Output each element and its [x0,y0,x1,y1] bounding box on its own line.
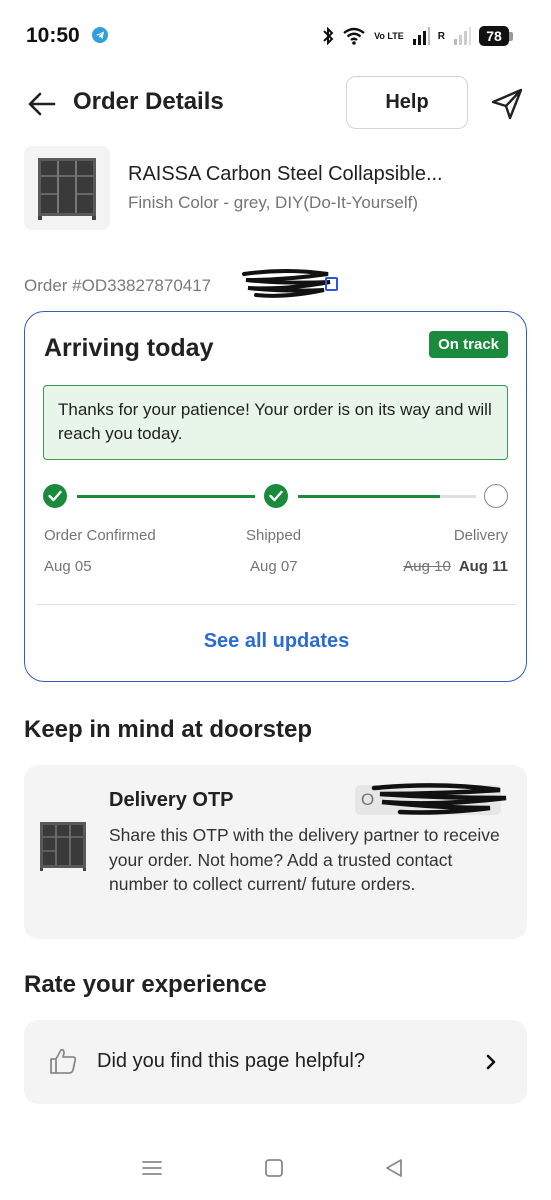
telegram-icon [92,27,108,43]
step-label-confirmed: Order Confirmed [44,527,156,544]
system-navigation-bar [0,1140,551,1200]
revised-delivery-date: Aug 11 [458,558,508,575]
arrival-title: Arriving today [44,334,214,362]
card-divider [37,604,516,605]
delivery-message: Thanks for your patience! Your order is … [43,385,508,460]
otp-title: Delivery OTP [109,789,234,811]
status-bar: 10:50 Vo LTE R 78 [0,0,551,70]
thumbs-up-icon [50,1048,77,1074]
wardrobe-image [38,158,96,220]
step-delivery-circle-icon [484,484,508,508]
helpful-question: Did you find this page helpful? [97,1050,365,1072]
share-icon[interactable] [489,86,525,122]
battery-tip [509,31,513,41]
volte-label: Vo LTE [374,30,404,41]
status-time: 10:50 [26,24,80,47]
step-confirmed-check-icon [43,484,67,508]
delivery-progress-tracker [43,484,510,508]
step-date-shipped: Aug 07 [250,558,298,575]
recents-menu-icon[interactable] [140,1156,164,1180]
battery-icon: 78 [479,26,509,46]
signal-weak-icon [454,27,471,45]
otp-description: Share this OTP with the delivery partner… [109,825,500,894]
step-label-delivery: Delivery [453,527,508,544]
see-all-updates-link[interactable]: See all updates [25,630,528,653]
progress-segment-1 [77,495,255,498]
copy-icon[interactable] [325,277,338,291]
wifi-icon [343,27,365,45]
product-image[interactable] [24,146,110,230]
delivery-status-card: Arriving today On track Thanks for your … [24,311,527,682]
rating-section-title: Rate your experience [24,971,267,998]
redaction-scribble [242,269,331,298]
product-name[interactable]: RAISSA Carbon Steel Collapsible... [128,163,528,186]
step-shipped-check-icon [264,484,288,508]
home-square-icon[interactable] [262,1156,286,1180]
status-badge: On track [429,331,508,358]
back-arrow-icon[interactable] [26,88,58,120]
page-helpful-row[interactable]: Did you find this page helpful? [24,1020,527,1104]
bluetooth-icon [323,26,334,46]
header: Order Details Help [0,76,551,132]
original-delivery-date: Aug 10 [403,558,451,575]
status-icons: Vo LTE R 78 [322,24,513,48]
signal-icon [412,27,430,45]
back-triangle-icon[interactable] [382,1156,406,1180]
help-button[interactable]: Help [346,76,468,129]
roaming-label: R [437,30,445,42]
page-title: Order Details [73,88,224,115]
doorstep-section-title: Keep in mind at doorstep [24,716,313,743]
step-label-shipped: Shipped [246,527,302,544]
progress-segment-2-fill [298,495,441,498]
product-variant: Finish Color - grey, DIY(Do-It-Yourself) [128,193,419,212]
wardrobe-thumbnail [40,822,86,871]
chevron-right-icon [486,1054,496,1070]
order-id: Order #OD33827870417 [24,276,212,295]
otp-redaction-scribble [371,783,507,815]
step-date-confirmed: Aug 05 [44,558,92,575]
step-date-delivery: Aug 10 Aug 11 [403,558,508,575]
